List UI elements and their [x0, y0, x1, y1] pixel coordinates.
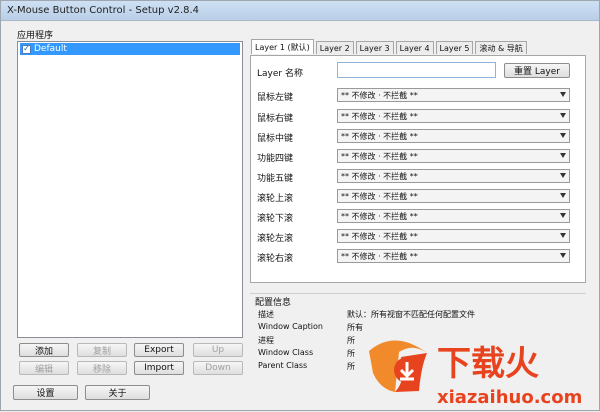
mapping-label-right-button: 鼠标右键: [257, 114, 294, 124]
mapping-label-button-5: 功能五键: [257, 174, 294, 184]
watermark-logo: 下载火 xiazaihuo.com: [369, 340, 582, 408]
import-button[interactable]: Import: [134, 361, 184, 375]
title-bar: X-Mouse Button Control - Setup v2.8.4: [1, 1, 599, 21]
select-value: ** 不修改 · 不拦截 **: [341, 131, 418, 141]
info-label-description: 描述: [258, 310, 274, 319]
select-value: ** 不修改 · 不拦截 **: [341, 251, 418, 261]
chevron-down-icon: [560, 213, 566, 218]
remove-button[interactable]: 移除: [77, 361, 127, 375]
watermark-text-cn: 下载火: [437, 344, 539, 384]
checkbox[interactable]: ✓: [22, 44, 31, 54]
tab-layer-3[interactable]: Layer 3: [355, 41, 394, 54]
mapping-label-wheel-down: 滚轮下滚: [257, 214, 294, 224]
copy-button[interactable]: 复制: [77, 343, 127, 357]
layer-tabs: Layer 1 (默认) Layer 2 Layer 3 Layer 4 Lay…: [251, 39, 529, 55]
chevron-down-icon: [560, 92, 566, 97]
settings-button[interactable]: 设置: [13, 385, 78, 400]
reset-layer-button[interactable]: 重置 Layer: [504, 63, 570, 78]
chevron-down-icon: [560, 253, 566, 258]
layer-name-label: Layer 名称: [257, 69, 303, 79]
info-label-window-class: Window Class: [258, 348, 314, 357]
chevron-down-icon: [560, 193, 566, 198]
select-value: ** 不修改 · 不拦截 **: [341, 171, 418, 181]
select-value: ** 不修改 · 不拦截 **: [341, 211, 418, 221]
applications-label: 应用程序: [17, 31, 54, 41]
select-value: ** 不修改 · 不拦截 **: [341, 231, 418, 241]
info-value-window-class: 所: [347, 349, 355, 358]
edit-button[interactable]: 编辑: [19, 361, 69, 375]
mapping-label-left-button: 鼠标左键: [257, 93, 294, 103]
mapping-label-wheel-left: 滚轮左滚: [257, 234, 294, 244]
info-label-process: 进程: [258, 336, 274, 345]
mapping-label-middle-button: 鼠标中键: [257, 134, 294, 144]
tab-layer-1[interactable]: Layer 1 (默认): [251, 39, 314, 54]
export-button[interactable]: Export: [134, 343, 184, 357]
tab-layer-2[interactable]: Layer 2: [315, 41, 354, 54]
select-value: ** 不修改 · 不拦截 **: [341, 90, 418, 100]
up-button[interactable]: Up: [193, 343, 243, 357]
info-value-description: 默认：所有视窗不匹配任何配置文件: [347, 310, 475, 319]
mapping-label-button-4: 功能四键: [257, 154, 294, 164]
down-button[interactable]: Down: [193, 361, 243, 375]
list-item-label: Default: [34, 44, 67, 54]
mapping-label-wheel-right: 滚轮右滚: [257, 254, 294, 264]
tab-scroll-navigation[interactable]: 滚动 & 导航: [475, 41, 527, 54]
applications-list[interactable]: ✓ Default: [17, 41, 243, 338]
info-label-window-caption: Window Caption: [258, 322, 323, 331]
mapping-select-middle-button[interactable]: ** 不修改 · 不拦截 **: [337, 129, 570, 143]
info-value-process: 所: [347, 336, 355, 345]
mapping-label-wheel-up: 滚轮上滚: [257, 194, 294, 204]
mapping-select-wheel-up[interactable]: ** 不修改 · 不拦截 **: [337, 189, 570, 203]
layer-name-input[interactable]: [337, 62, 496, 78]
info-value-parent-class: 所: [347, 362, 355, 371]
watermark-text-en: xiazaihuo.com: [437, 387, 582, 408]
mapping-select-wheel-left[interactable]: ** 不修改 · 不拦截 **: [337, 229, 570, 243]
mapping-select-wheel-down[interactable]: ** 不修改 · 不拦截 **: [337, 209, 570, 223]
chevron-down-icon: [560, 173, 566, 178]
mapping-select-left-button[interactable]: ** 不修改 · 不拦截 **: [337, 88, 570, 102]
mapping-select-wheel-right[interactable]: ** 不修改 · 不拦截 **: [337, 249, 570, 263]
mapping-select-button-5[interactable]: ** 不修改 · 不拦截 **: [337, 169, 570, 183]
chevron-down-icon: [560, 233, 566, 238]
app-window: X-Mouse Button Control - Setup v2.8.4 应用…: [0, 0, 600, 411]
select-value: ** 不修改 · 不拦截 **: [341, 151, 418, 161]
mapping-select-button-4[interactable]: ** 不修改 · 不拦截 **: [337, 149, 570, 163]
select-value: ** 不修改 · 不拦截 **: [341, 191, 418, 201]
about-button[interactable]: 关于: [85, 385, 150, 400]
tab-layer-5[interactable]: Layer 5: [435, 41, 474, 54]
info-label-parent-class: Parent Class: [258, 361, 308, 370]
window-title: X-Mouse Button Control - Setup v2.8.4: [7, 5, 200, 16]
mapping-select-right-button[interactable]: ** 不修改 · 不拦截 **: [337, 109, 570, 123]
chevron-down-icon: [560, 113, 566, 118]
select-value: ** 不修改 · 不拦截 **: [341, 111, 418, 121]
list-item[interactable]: ✓ Default: [20, 43, 240, 55]
add-button[interactable]: 添加: [19, 343, 69, 357]
chevron-down-icon: [560, 133, 566, 138]
tab-layer-4[interactable]: Layer 4: [395, 41, 434, 54]
chevron-down-icon: [560, 153, 566, 158]
